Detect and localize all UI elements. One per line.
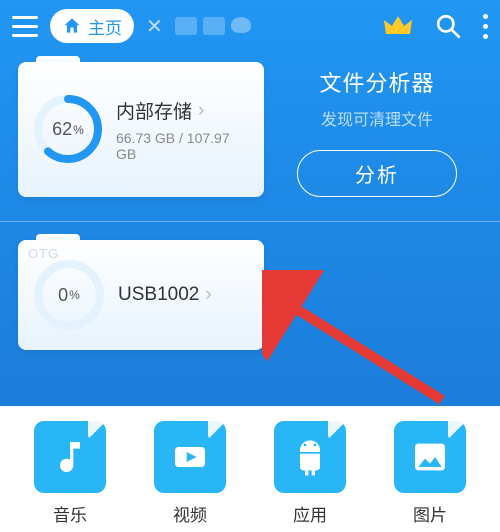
internal-storage-usage: 66.73 GB / 107.97 GB bbox=[116, 130, 250, 162]
overflow-menu-button[interactable] bbox=[483, 14, 488, 39]
tray-video[interactable]: 视频 bbox=[154, 421, 226, 526]
menu-button[interactable] bbox=[12, 11, 42, 41]
chevron-right-icon: › bbox=[205, 284, 211, 306]
premium-crown-icon[interactable] bbox=[383, 14, 413, 38]
tab-home[interactable]: 主页 bbox=[50, 9, 134, 43]
tab-home-label: 主页 bbox=[88, 14, 122, 39]
android-icon bbox=[274, 421, 346, 493]
background-tabs bbox=[175, 17, 251, 35]
section-divider bbox=[0, 221, 500, 222]
otg-storage-title: USB1002 bbox=[118, 284, 199, 306]
tray-images[interactable]: 图片 bbox=[394, 421, 466, 526]
image-icon bbox=[394, 421, 466, 493]
analyzer-title: 文件分析器 bbox=[319, 66, 434, 98]
tray-apps[interactable]: 应用 bbox=[274, 421, 346, 526]
otg-storage-card[interactable]: OTG 0% USB1002 › bbox=[18, 240, 264, 350]
internal-storage-card[interactable]: 62% 内部存储 › 66.73 GB / 107.97 GB bbox=[18, 62, 264, 197]
internal-storage-title: 内部存储 bbox=[116, 97, 192, 124]
close-tab-button[interactable]: ✕ bbox=[146, 14, 163, 39]
analyzer-subtitle: 发现可清理文件 bbox=[321, 106, 433, 130]
search-button[interactable] bbox=[435, 13, 461, 39]
internal-usage-ring: 62% bbox=[32, 93, 104, 167]
analyze-button[interactable]: 分析 bbox=[297, 150, 457, 197]
category-tray: 音乐 视频 应用 图片 bbox=[0, 406, 500, 532]
otg-usage-ring: 0% bbox=[32, 258, 106, 332]
video-icon bbox=[154, 421, 226, 493]
chevron-right-icon: › bbox=[198, 100, 204, 122]
annotation-arrow bbox=[262, 270, 462, 410]
home-icon bbox=[62, 16, 82, 36]
tray-music[interactable]: 音乐 bbox=[34, 421, 106, 526]
music-icon bbox=[34, 421, 106, 493]
